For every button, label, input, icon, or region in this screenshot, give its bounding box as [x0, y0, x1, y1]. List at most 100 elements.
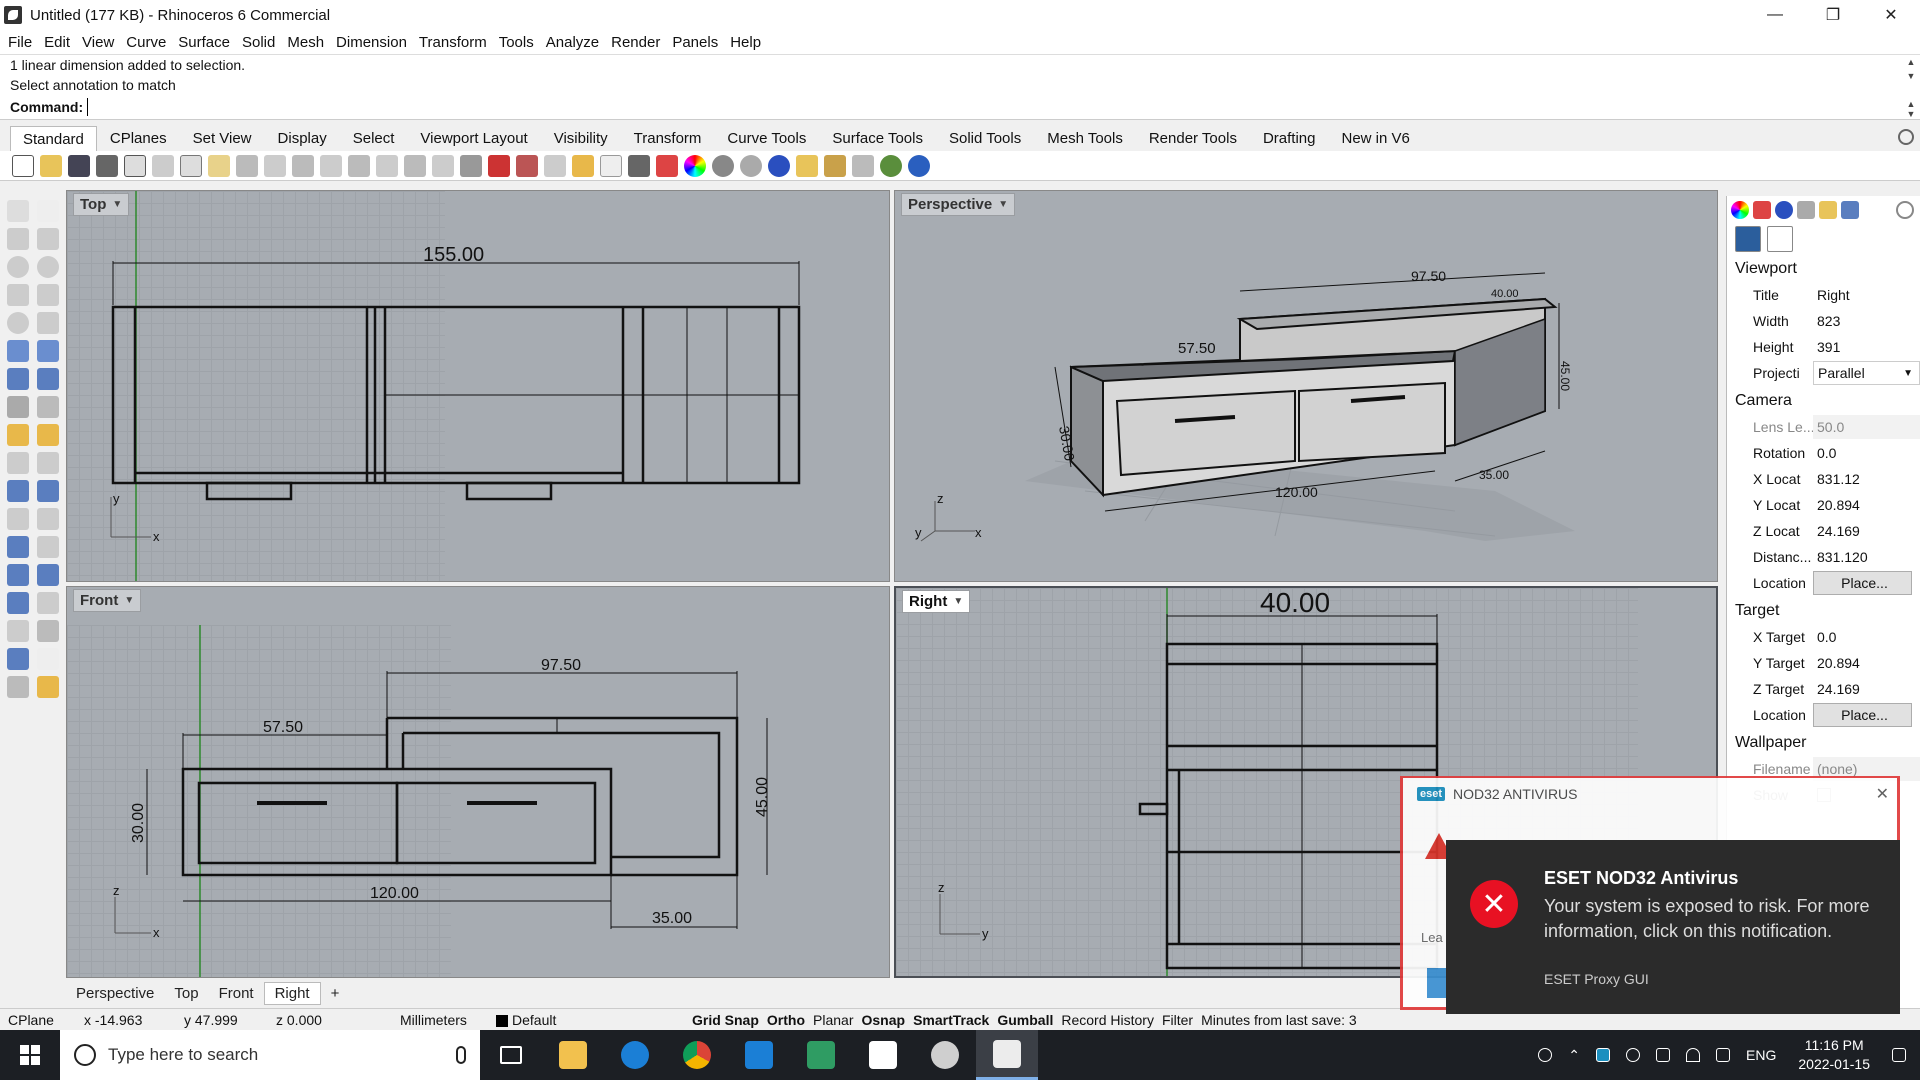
taskbar-mail[interactable] [728, 1030, 790, 1080]
start-button[interactable] [0, 1030, 60, 1080]
taskbar-store[interactable] [852, 1030, 914, 1080]
add-viewport-tab-icon[interactable]: + [321, 983, 350, 1004]
boolean-union-icon[interactable] [7, 480, 29, 502]
curve-icon[interactable] [37, 228, 59, 250]
new-file-icon[interactable] [12, 154, 34, 177]
menu-tools[interactable]: Tools [493, 34, 540, 51]
cplane-icon[interactable] [544, 154, 566, 177]
dropdown-caret-icon[interactable]: ▼ [124, 595, 134, 606]
analyze-icon[interactable] [37, 620, 59, 642]
viewport-label-right[interactable]: Right ▼ [902, 590, 971, 613]
zoom-window-icon[interactable] [348, 154, 370, 177]
undo-icon[interactable] [236, 154, 258, 177]
check-icon[interactable] [37, 648, 59, 670]
title-field[interactable]: Right [1813, 283, 1920, 307]
explode-icon[interactable] [37, 536, 59, 558]
extrude-icon[interactable] [7, 592, 29, 614]
taskbar-calculator[interactable] [790, 1030, 852, 1080]
toggle-grid-snap[interactable]: Grid Snap [688, 1012, 763, 1028]
dropdown-caret-icon[interactable]: ▼ [998, 199, 1008, 210]
render-icon[interactable] [1775, 201, 1793, 219]
osnap-icon[interactable] [572, 154, 594, 177]
polygon-icon[interactable] [7, 284, 29, 306]
box-icon[interactable] [7, 368, 29, 390]
move-icon[interactable] [7, 452, 29, 474]
tab-set-view[interactable]: Set View [180, 125, 265, 151]
taskbar-chrome[interactable] [666, 1030, 728, 1080]
menu-curve[interactable]: Curve [120, 34, 172, 51]
chamfer-icon[interactable] [37, 508, 59, 530]
tab-solid-tools[interactable]: Solid Tools [936, 125, 1034, 151]
volume-icon[interactable] [1716, 1048, 1731, 1062]
vp-tab-right[interactable]: Right [263, 981, 321, 1005]
projection-select[interactable]: Parallel ▼ [1813, 361, 1920, 385]
viewport-label-front[interactable]: Front ▼ [73, 589, 142, 612]
tab-transform[interactable]: Transform [621, 125, 715, 151]
viewport-perspective[interactable]: 97.50 40.00 57.50 45.00 30.00 120.00 35.… [894, 190, 1718, 582]
rectangle-icon[interactable] [37, 284, 59, 306]
environment-sphere-icon[interactable] [768, 154, 790, 177]
dimension-icon[interactable] [37, 424, 59, 446]
taskbar-file-explorer[interactable] [542, 1030, 604, 1080]
folder-icon[interactable] [1819, 201, 1837, 219]
toggle-record-history[interactable]: Record History [1057, 1012, 1158, 1028]
mesh-tools-icon[interactable] [37, 396, 59, 418]
export-icon[interactable] [124, 154, 146, 177]
mirror-icon[interactable] [37, 564, 59, 586]
layer-icon[interactable] [656, 154, 678, 177]
tab-curve-tools[interactable]: Curve Tools [714, 125, 819, 151]
pen-icon[interactable] [796, 154, 818, 177]
menu-dimension[interactable]: Dimension [330, 34, 413, 51]
layers-icon[interactable] [1753, 201, 1771, 219]
viewport-label-top[interactable]: Top ▼ [73, 193, 130, 216]
place-camera-button[interactable]: Place... [1813, 571, 1912, 595]
zoom-extents-icon[interactable] [376, 154, 398, 177]
help-icon[interactable] [908, 154, 930, 177]
vp-tab-front[interactable]: Front [209, 983, 264, 1004]
vp-tab-perspective[interactable]: Perspective [66, 983, 164, 1004]
tab-visibility[interactable]: Visibility [541, 125, 621, 151]
people-icon[interactable] [1538, 1048, 1553, 1062]
arc-icon[interactable] [7, 312, 29, 334]
tab-standard[interactable]: Standard [10, 126, 97, 151]
page-icon[interactable] [1767, 226, 1793, 252]
tab-drafting[interactable]: Drafting [1250, 125, 1329, 151]
spinner-icon[interactable]: ▲ ▼ [1904, 99, 1918, 119]
text-icon[interactable] [7, 536, 29, 558]
z-location-field[interactable]: 24.169 [1813, 519, 1920, 543]
y-target-field[interactable]: 20.894 [1813, 651, 1920, 675]
brush-icon[interactable] [1797, 201, 1815, 219]
select-arrow-icon[interactable] [7, 200, 29, 222]
viewport-front[interactable]: 97.50 57.50 45.00 30.00 120.00 35.00 z x… [66, 586, 890, 978]
menu-solid[interactable]: Solid [236, 34, 281, 51]
notification-toast[interactable]: ✕ ESET NOD32 Antivirus Your system is ex… [1446, 840, 1900, 1014]
clock[interactable]: 11:16 PM 2022-01-15 [1784, 1036, 1884, 1074]
grid-array-icon[interactable] [7, 620, 29, 642]
grid-icon[interactable] [460, 154, 482, 177]
toggle-smarttrack[interactable]: SmartTrack [909, 1012, 993, 1028]
light-icon[interactable] [7, 424, 29, 446]
eset-learn-link[interactable]: Lea [1421, 930, 1443, 945]
sphere-icon[interactable] [37, 368, 59, 390]
zoom-icon[interactable] [320, 154, 342, 177]
taskbar-rhino6[interactable] [976, 1030, 1038, 1080]
circle-icon[interactable] [7, 256, 29, 278]
toggle-gumball[interactable]: Gumball [993, 1012, 1057, 1028]
panel-gear-icon[interactable] [1896, 201, 1914, 219]
wifi-icon[interactable] [1686, 1048, 1701, 1062]
onedrive-icon[interactable] [1626, 1048, 1641, 1062]
print-icon[interactable] [96, 154, 118, 177]
task-view-button[interactable] [480, 1030, 542, 1080]
minimize-button[interactable]: — [1746, 0, 1804, 30]
open-folder-icon[interactable] [40, 154, 62, 177]
car-icon[interactable] [488, 154, 510, 177]
rotate-view-icon[interactable] [292, 154, 314, 177]
z-target-field[interactable]: 24.169 [1813, 677, 1920, 701]
tab-surface-tools[interactable]: Surface Tools [819, 125, 936, 151]
rotation-field[interactable]: 0.0 [1813, 441, 1920, 465]
menu-edit[interactable]: Edit [38, 34, 76, 51]
array-icon[interactable] [7, 564, 29, 586]
camera-icon[interactable] [1735, 226, 1761, 252]
viewport-top[interactable]: 155.00 y x Top ▼ [66, 190, 890, 582]
copy-transform-icon[interactable] [37, 452, 59, 474]
